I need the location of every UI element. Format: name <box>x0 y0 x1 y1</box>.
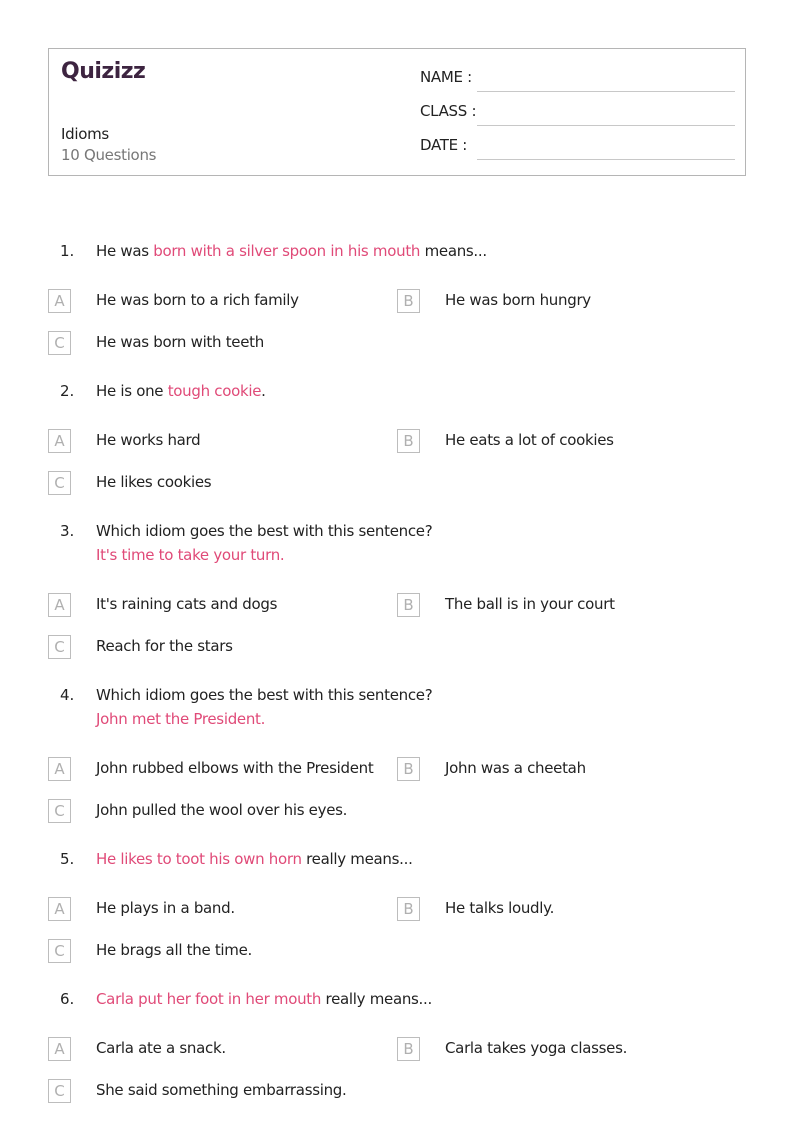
question-text: He was born with a silver spoon in his m… <box>96 242 487 260</box>
option-text: He likes cookies <box>96 473 212 491</box>
quizizz-logo: Quizizz <box>61 59 146 84</box>
idiom-highlight: tough cookie <box>167 382 262 400</box>
question-count: 10 Questions <box>61 146 157 164</box>
name-field[interactable]: NAME : <box>420 68 735 92</box>
option-letter-box[interactable]: B <box>397 757 420 781</box>
option-letter-box[interactable]: C <box>48 471 71 495</box>
worksheet-title: Idioms <box>61 125 109 143</box>
option-text: Carla takes yoga classes. <box>445 1039 628 1057</box>
option-text: He talks loudly. <box>445 899 555 917</box>
option-letter-box[interactable]: A <box>48 593 71 617</box>
date-field[interactable]: DATE : <box>420 136 735 160</box>
date-input-line[interactable] <box>477 159 735 160</box>
question-number: 5. <box>60 850 75 868</box>
option-text: John was a cheetah <box>445 759 586 777</box>
idiom-highlight: born with a silver spoon in his mouth <box>153 242 421 260</box>
question-text-post: . <box>261 382 266 400</box>
option-text: He was born to a rich family <box>96 291 299 309</box>
option-text: He was born hungry <box>445 291 591 309</box>
option-letter-box[interactable]: B <box>397 429 420 453</box>
option-text: Reach for the stars <box>96 637 233 655</box>
class-label: CLASS : <box>420 102 477 120</box>
question-number: 4. <box>60 686 75 704</box>
example-sentence: It's time to take your turn. <box>96 546 285 564</box>
question-text: He likes to toot his own horn really mea… <box>96 850 413 868</box>
option-text: He eats a lot of cookies <box>445 431 614 449</box>
question-number: 2. <box>60 382 75 400</box>
idiom-highlight: He likes to toot his own horn <box>96 850 302 868</box>
question-number: 1. <box>60 242 75 260</box>
question-text: Which idiom goes the best with this sent… <box>96 522 433 540</box>
question-text-post: means... <box>420 242 488 260</box>
option-letter-box[interactable]: B <box>397 897 420 921</box>
option-text: He brags all the time. <box>96 941 252 959</box>
option-letter-box[interactable]: C <box>48 1079 71 1103</box>
question-text: He is one tough cookie. <box>96 382 266 400</box>
worksheet-header: Quizizz Idioms 10 Questions NAME : CLASS… <box>48 48 746 176</box>
example-sentence: John met the President. <box>96 710 266 728</box>
question-text-post: really means... <box>321 990 433 1008</box>
option-text: He was born with teeth <box>96 333 264 351</box>
option-letter-box[interactable]: B <box>397 1037 420 1061</box>
option-letter-box[interactable]: C <box>48 939 71 963</box>
question-number: 3. <box>60 522 75 540</box>
option-letter-box[interactable]: B <box>397 593 420 617</box>
name-input-line[interactable] <box>477 91 735 92</box>
option-letter-box[interactable]: A <box>48 897 71 921</box>
question-text: Carla put her foot in her mouth really m… <box>96 990 432 1008</box>
option-letter-box[interactable]: A <box>48 1037 71 1061</box>
question-text-pre: He was <box>96 242 154 260</box>
option-text: It's raining cats and dogs <box>96 595 278 613</box>
class-input-line[interactable] <box>477 125 735 126</box>
option-text: The ball is in your court <box>445 595 615 613</box>
name-label: NAME : <box>420 68 472 86</box>
option-text: John pulled the wool over his eyes. <box>96 801 348 819</box>
class-field[interactable]: CLASS : <box>420 102 735 126</box>
option-letter-box[interactable]: B <box>397 289 420 313</box>
question-text: Which idiom goes the best with this sent… <box>96 686 433 704</box>
option-letter-box[interactable]: A <box>48 429 71 453</box>
question-text-post: really means... <box>301 850 413 868</box>
option-text: He plays in a band. <box>96 899 235 917</box>
option-letter-box[interactable]: C <box>48 331 71 355</box>
option-text: Carla ate a snack. <box>96 1039 226 1057</box>
option-text: He works hard <box>96 431 201 449</box>
option-letter-box[interactable]: C <box>48 799 71 823</box>
option-text: She said something embarrassing. <box>96 1081 347 1099</box>
date-label: DATE : <box>420 136 468 154</box>
question-number: 6. <box>60 990 75 1008</box>
option-text: John rubbed elbows with the President <box>96 759 374 777</box>
option-letter-box[interactable]: A <box>48 757 71 781</box>
option-letter-box[interactable]: C <box>48 635 71 659</box>
question-text-pre: He is one <box>96 382 168 400</box>
idiom-highlight: Carla put her foot in her mouth <box>96 990 322 1008</box>
option-letter-box[interactable]: A <box>48 289 71 313</box>
